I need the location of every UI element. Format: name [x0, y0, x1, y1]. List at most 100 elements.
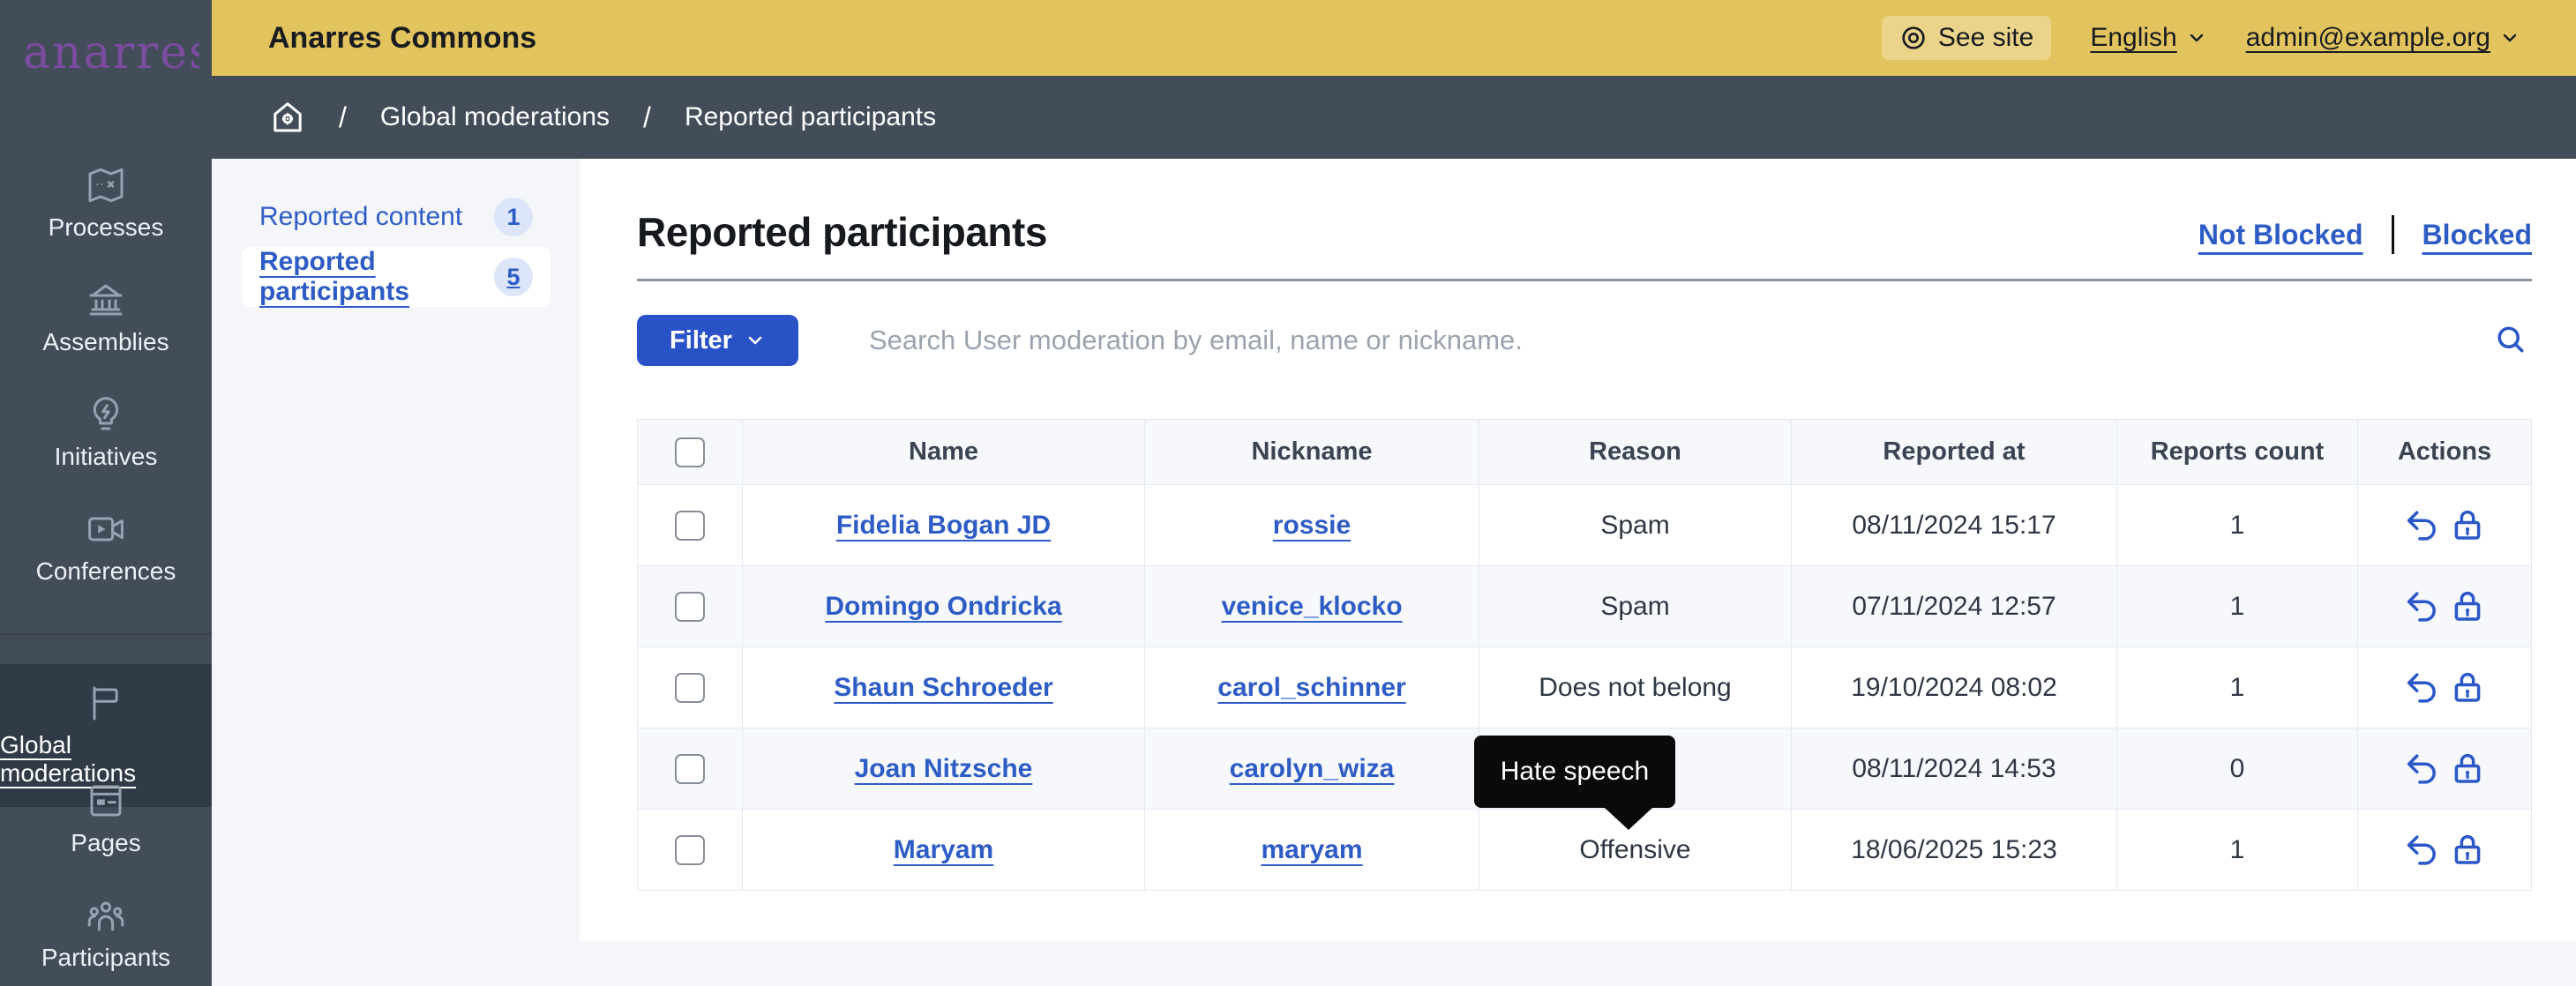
- reports-count-cell: 1: [2117, 647, 2358, 728]
- target-icon: [1899, 24, 1928, 52]
- block-user-button[interactable]: [2449, 588, 2486, 625]
- sidebar-item-processes[interactable]: Processes: [0, 164, 212, 242]
- reported-at-cell: 07/11/2024 12:57: [1792, 566, 2117, 647]
- block-user-button[interactable]: [2449, 507, 2486, 544]
- main-panel: Reported participants Not Blocked Blocke…: [580, 159, 2576, 986]
- submenu-item-reported-participants[interactable]: Reported participants 5: [242, 247, 550, 307]
- submenu-item-reported-content[interactable]: Reported content 1: [242, 187, 550, 247]
- participant-name-link[interactable]: Domingo Ondricka: [825, 592, 1061, 621]
- reason-tooltip: Hate speech: [1474, 736, 1675, 808]
- block-user-button[interactable]: [2449, 832, 2486, 869]
- reports-count-cell: 1: [2117, 566, 2358, 647]
- participant-name-link[interactable]: Joan Nitzsche: [855, 754, 1033, 783]
- breadcrumb-reported-participants[interactable]: Reported participants: [685, 102, 936, 132]
- unreport-button[interactable]: [2403, 669, 2440, 706]
- admin-app: anarres Processes Assemblies Initiatives: [0, 0, 2576, 986]
- participant-nickname-link[interactable]: rossie: [1273, 511, 1351, 540]
- bank-icon: [85, 279, 127, 321]
- search-input[interactable]: [869, 325, 2490, 356]
- sidebar-item-participants[interactable]: Participants: [0, 894, 212, 972]
- lock-icon: [2449, 588, 2486, 625]
- reports-count-cell: 1: [2117, 485, 2358, 566]
- top-bar: Anarres Commons See site English admin@e…: [212, 0, 2576, 76]
- unreport-button[interactable]: [2403, 832, 2440, 869]
- filter-button-label: Filter: [670, 326, 732, 355]
- submenu-item-label: Reported content: [259, 202, 494, 232]
- sidebar-item-initiatives[interactable]: Initiatives: [0, 393, 212, 471]
- filter-button[interactable]: Filter: [637, 315, 798, 366]
- row-checkbox[interactable]: [675, 592, 705, 622]
- sidebar-item-label: Participants: [41, 944, 170, 972]
- filter-link-not-blocked[interactable]: Not Blocked: [2198, 219, 2363, 251]
- map-icon: [85, 164, 127, 206]
- breadcrumb-global-moderations[interactable]: Global moderations: [380, 102, 610, 132]
- row-checkbox[interactable]: [675, 754, 705, 784]
- sidebar-item-pages[interactable]: Pages: [0, 780, 212, 857]
- see-site-button[interactable]: See site: [1882, 16, 2051, 60]
- select-all-checkbox[interactable]: [675, 437, 705, 467]
- participant-name-link[interactable]: Shaun Schroeder: [834, 673, 1052, 702]
- language-label: English: [2090, 23, 2176, 53]
- row-checkbox[interactable]: [675, 673, 705, 703]
- view-links-divider: [2392, 215, 2394, 254]
- user-menu[interactable]: admin@example.org: [2246, 23, 2520, 53]
- sidebar-item-label: Assemblies: [42, 328, 168, 356]
- lock-icon: [2449, 669, 2486, 706]
- column-header-nickname: Nickname: [1145, 420, 1479, 485]
- breadcrumb-separator: /: [643, 101, 651, 134]
- table-row: Maryam maryam Offensive 18/06/2025 15:23…: [638, 810, 2532, 891]
- unreport-button[interactable]: [2403, 751, 2440, 788]
- filter-link-blocked[interactable]: Blocked: [2422, 219, 2532, 251]
- participant-nickname-link[interactable]: maryam: [1261, 835, 1362, 864]
- lock-icon: [2449, 832, 2486, 869]
- user-email: admin@example.org: [2246, 23, 2490, 53]
- participant-name-link[interactable]: Maryam: [894, 835, 993, 864]
- reports-count-cell: 0: [2117, 728, 2358, 810]
- unreport-button[interactable]: [2403, 588, 2440, 625]
- search-icon: [2495, 324, 2527, 355]
- flag-icon: [85, 682, 127, 724]
- count-badge: 1: [494, 198, 533, 236]
- unreport-button[interactable]: [2403, 507, 2440, 544]
- table-row: Fidelia Bogan JD rossie Spam 08/11/2024 …: [638, 485, 2532, 566]
- breadcrumb: / Global moderations / Reported particip…: [212, 76, 2576, 159]
- row-checkbox[interactable]: [675, 835, 705, 865]
- organization-name[interactable]: Anarres Commons: [268, 21, 536, 56]
- reason-cell: Does not belong: [1479, 647, 1792, 728]
- breadcrumb-separator: /: [339, 101, 347, 134]
- search-button[interactable]: [2490, 324, 2532, 358]
- table-row: Shaun Schroeder carol_schinner Does not …: [638, 647, 2532, 728]
- chevron-down-icon: [745, 330, 766, 351]
- chevron-down-icon: [2186, 27, 2207, 49]
- participant-nickname-link[interactable]: carolyn_wiza: [1230, 754, 1395, 783]
- undo-arrow-icon: [2403, 588, 2440, 625]
- reported-at-cell: 18/06/2025 15:23: [1792, 810, 2117, 891]
- table-row: Domingo Ondricka venice_klocko Spam 07/1…: [638, 566, 2532, 647]
- language-menu[interactable]: English: [2090, 23, 2206, 53]
- participant-nickname-link[interactable]: carol_schinner: [1217, 673, 1405, 702]
- row-checkbox[interactable]: [675, 511, 705, 541]
- undo-arrow-icon: [2403, 751, 2440, 788]
- chevron-down-icon: [2499, 27, 2520, 49]
- sidebar-item-label: Initiatives: [55, 443, 158, 471]
- reported-at-cell: 08/11/2024 15:17: [1792, 485, 2117, 566]
- anarres-logo[interactable]: anarres: [23, 26, 199, 76]
- lightbulb-icon: [85, 393, 127, 436]
- sidebar-item-label: Pages: [71, 829, 140, 857]
- participant-nickname-link[interactable]: venice_klocko: [1221, 592, 1402, 621]
- primary-sidebar: anarres Processes Assemblies Initiatives: [0, 0, 212, 986]
- undo-arrow-icon: [2403, 669, 2440, 706]
- reported-at-cell: 08/11/2024 14:53: [1792, 728, 2117, 810]
- participant-name-link[interactable]: Fidelia Bogan JD: [836, 511, 1051, 540]
- reported-at-cell: 19/10/2024 08:02: [1792, 647, 2117, 728]
- sidebar-item-assemblies[interactable]: Assemblies: [0, 279, 212, 356]
- sidebar-item-label: Processes: [49, 213, 164, 242]
- block-user-button[interactable]: [2449, 751, 2486, 788]
- sidebar-item-conferences[interactable]: Conferences: [0, 508, 212, 586]
- block-user-button[interactable]: [2449, 669, 2486, 706]
- sidebar-divider: [0, 633, 212, 635]
- count-badge: 5: [494, 258, 533, 296]
- people-icon: [85, 894, 127, 937]
- home-icon[interactable]: [270, 100, 305, 135]
- column-header-reason: Reason: [1479, 420, 1792, 485]
